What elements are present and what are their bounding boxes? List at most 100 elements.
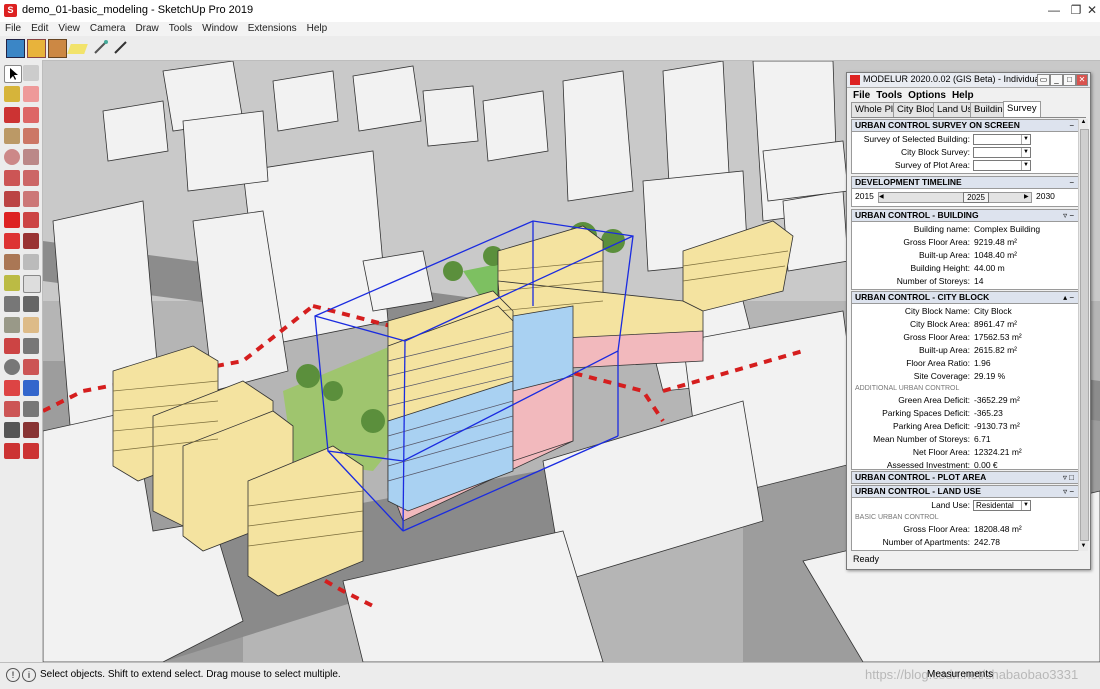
orbit-tool-icon[interactable] [4,338,20,354]
3d-text-icon[interactable] [23,317,39,333]
position-camera-icon[interactable] [4,401,20,417]
menu-tools[interactable]: Tools [164,22,197,36]
rectangle-tool-icon[interactable] [4,128,20,144]
follow-me-icon[interactable] [23,233,39,249]
push-pull-icon[interactable] [23,212,39,228]
previous-view-icon[interactable] [23,380,39,396]
paint-bucket-icon[interactable] [4,86,20,102]
timeline-right-arrow-icon[interactable]: ▶ [1024,193,1031,202]
panel-maximize-button[interactable]: □ [1063,74,1076,86]
maximize-button[interactable]: ❐ [1068,1,1084,19]
menu-extensions[interactable]: Extensions [243,22,302,36]
panel-minimize-button[interactable]: _ [1050,74,1063,86]
menu-draw[interactable]: Draw [130,22,163,36]
circle-tool-icon[interactable] [4,149,20,165]
city-block-header[interactable]: URBAN CONTROL - CITY BLOCK ▴ − [852,292,1078,304]
pie-tool-icon[interactable] [23,170,39,186]
tape-measure-icon[interactable] [4,275,20,291]
panel-menu-options[interactable]: Options [908,90,946,101]
survey-building-select[interactable]: ▼ [973,134,1031,145]
chevron-down-icon: ▼ [1021,161,1030,170]
close-button[interactable]: ✕ [1084,1,1100,19]
warehouse-icon[interactable] [48,39,67,58]
panel-close-button[interactable]: ✕ [1076,74,1088,86]
warehouse-share-icon[interactable] [4,443,20,459]
menu-edit[interactable]: Edit [26,22,53,36]
extension-manager-icon[interactable] [23,443,39,459]
parking-spaces-row: Parking Spaces Deficit: -365.23 [882,408,1003,418]
instructor-icon[interactable]: i [22,668,36,682]
eraser-icon[interactable] [23,86,39,102]
materials-icon[interactable] [27,39,46,58]
panel-pin-button[interactable]: ▭ [1037,74,1050,86]
line-tool-icon[interactable] [4,107,20,123]
components-icon[interactable] [6,39,25,58]
polygon-tool-icon[interactable] [23,149,39,165]
rotated-rectangle-icon[interactable] [23,128,39,144]
land-use-select[interactable]: Residental ▼ [973,500,1031,511]
panel-menu-file[interactable]: File [853,90,870,101]
chevron-down-icon: ▼ [1021,135,1030,144]
menu-window[interactable]: Window [197,22,243,36]
survey-plot-label: Survey of Plot Area: [894,160,970,170]
survey-header[interactable]: URBAN CONTROL SURVEY ON SCREEN − [852,120,1078,132]
text-tool-icon[interactable] [23,275,41,293]
scroll-down-icon[interactable]: ▼ [1079,543,1088,551]
menu-file[interactable]: File [0,22,26,36]
scale-tool-icon[interactable] [4,254,20,270]
layout-icon[interactable] [67,44,88,54]
sandbox-icon[interactable] [112,39,129,56]
city-block-section: URBAN CONTROL - CITY BLOCK ▴ − City Block… [851,291,1079,470]
city-block-area-row: City Block Area: 8961.47 m² [910,319,1017,329]
walk-tool-icon[interactable] [4,422,20,438]
land-use-header[interactable]: URBAN CONTROL - LAND USE ▿ − [852,486,1078,498]
plot-area-header[interactable]: URBAN CONTROL - PLOT AREA ▿ □ [852,472,1078,484]
panel-scrollbar[interactable]: ▲ ▼ [1078,119,1089,551]
timeline-header[interactable]: DEVELOPMENT TIMELINE − [852,177,1078,189]
arc-tool-icon[interactable] [4,170,20,186]
tab-survey[interactable]: Survey [1003,101,1041,117]
minimize-button[interactable]: — [1040,1,1068,19]
zoom-window-icon[interactable] [23,359,39,375]
pan-tool-icon[interactable] [23,338,39,354]
dimension-tool-icon[interactable] [23,296,39,312]
extension-warehouse-icon[interactable] [92,39,109,56]
two-point-arc-icon[interactable] [4,191,20,207]
scroll-up-icon[interactable]: ▲ [1079,119,1088,127]
mean-storeys-row: Mean Number of Storeys: 6.71 [873,434,991,444]
window-title: demo_01-basic_modeling - SketchUp Pro 20… [22,4,254,16]
timeline-slider[interactable]: ◀ 2025 ▶ [878,192,1032,203]
building-header[interactable]: URBAN CONTROL - BUILDING ▿ − [852,210,1078,222]
geo-location-icon[interactable]: ! [6,668,20,682]
panel-menu-help[interactable]: Help [952,90,974,101]
axes-tool-icon[interactable] [4,296,20,312]
panel-menu-tools[interactable]: Tools [876,90,902,101]
freehand-tool-icon[interactable] [23,107,39,123]
sketchup-logo-icon: S [4,4,17,17]
zoom-tool-icon[interactable] [4,359,20,375]
protractor-icon[interactable] [4,317,20,333]
look-around-icon[interactable] [23,401,39,417]
panel-title-bar: MODELUR 2020.0.02 (GIS Beta) - Individua… [847,73,1090,88]
building-gfa-row: Gross Floor Area: 9219.48 m² [903,237,1017,247]
menu-camera[interactable]: Camera [85,22,131,36]
menu-view[interactable]: View [53,22,85,36]
title-bar: S demo_01-basic_modeling - SketchUp Pro … [0,0,1100,23]
three-point-arc-icon[interactable] [23,191,39,207]
select-tool-icon[interactable] [4,65,22,83]
scroll-thumb[interactable] [1080,129,1089,541]
menu-help[interactable]: Help [302,22,333,36]
move-tool-icon[interactable] [4,212,20,228]
survey-city-block-select[interactable]: ▼ [973,147,1031,158]
timeline-left-arrow-icon[interactable]: ◀ [879,193,886,202]
section-plane-icon[interactable] [23,422,39,438]
apartments-row: Number of Apartments: 242.78 [882,537,1000,547]
eraser-tool-icon[interactable] [23,65,39,81]
timeline-thumb[interactable]: 2025 [963,192,989,203]
offset-tool-icon[interactable] [23,254,39,270]
zoom-extents-icon[interactable] [4,380,20,396]
survey-plot-select[interactable]: ▼ [973,160,1031,171]
survey-section: URBAN CONTROL SURVEY ON SCREEN − Survey o… [851,119,1079,174]
status-hint: Select objects. Shift to extend select. … [40,669,341,680]
rotate-tool-icon[interactable] [4,233,20,249]
